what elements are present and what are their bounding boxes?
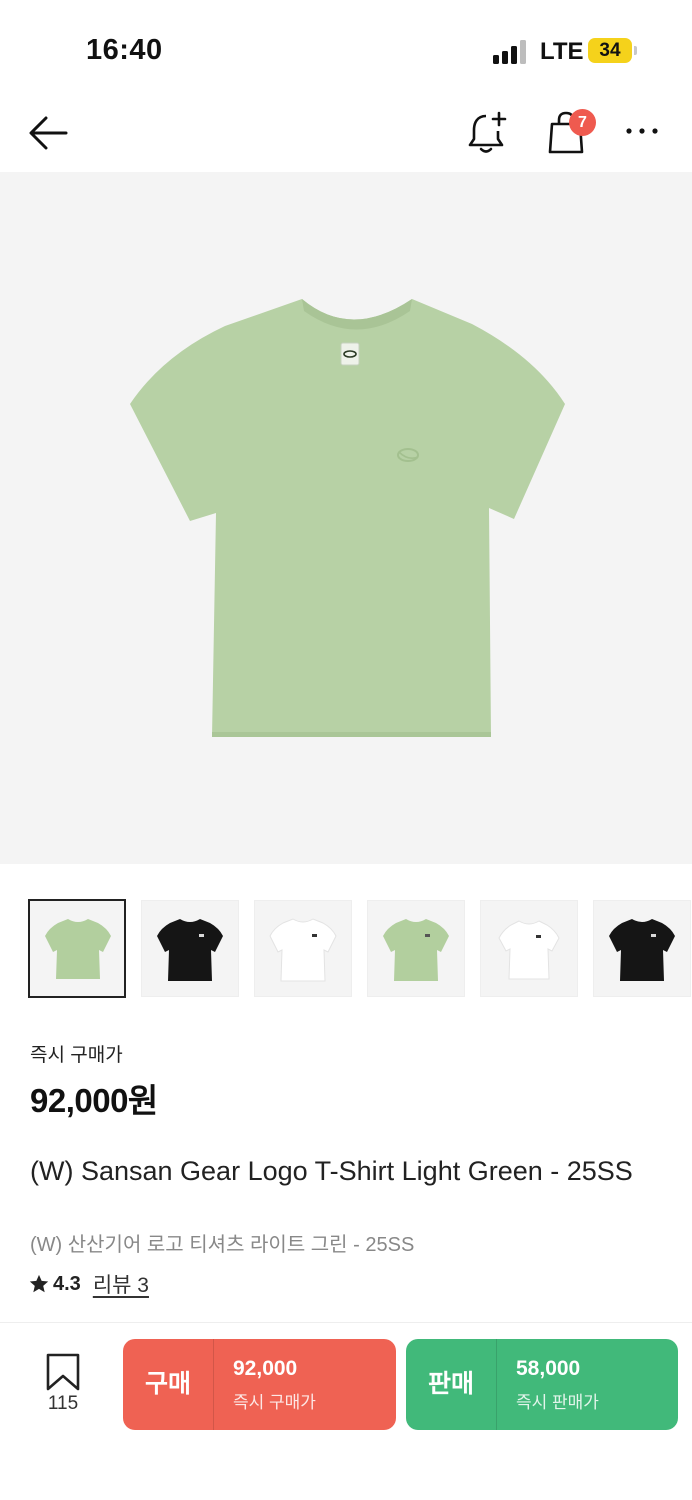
price-alert-button[interactable] [466, 110, 510, 156]
signal-icon [493, 40, 529, 64]
bookmark-button[interactable]: 115 [30, 1351, 96, 1417]
thumbnail-item[interactable] [480, 900, 578, 997]
more-button[interactable] [622, 116, 662, 146]
bookmark-icon [46, 1353, 80, 1391]
sell-sublabel: 즉시 판매가 [516, 1393, 599, 1412]
sell-label: 판매 [427, 1370, 474, 1398]
network-type: LTE [540, 38, 584, 65]
rating-row: 4.3 리뷰 3 [28, 1270, 149, 1298]
thumbnail-image [498, 920, 560, 980]
star-icon [29, 1274, 49, 1293]
back-button[interactable] [24, 112, 72, 154]
bell-plus-icon [468, 111, 507, 153]
product-title: (W) Sansan Gear Logo T-Shirt Light Green… [30, 1156, 633, 1186]
bookmark-count: 115 [47, 1393, 79, 1414]
thumbnail-strip [28, 898, 692, 998]
price-value: 92,000원 [30, 1082, 158, 1119]
sell-price: 58,000 [516, 1357, 581, 1380]
thumbnail-image [45, 919, 111, 979]
tshirt-image [130, 299, 565, 737]
thumbnail-image [383, 919, 449, 981]
battery-cap [634, 46, 637, 55]
cart-count-badge: 7 [569, 109, 596, 136]
thumbnail-item[interactable] [367, 900, 465, 997]
status-time: 16:40 [86, 34, 163, 66]
buy-sublabel: 즉시 구매가 [233, 1393, 316, 1412]
arrow-left-icon [29, 116, 68, 150]
thumbnail-image [157, 919, 223, 981]
buy-button[interactable]: 구매 92,000 즉시 구매가 [123, 1339, 396, 1430]
rating-value: 4.3 [53, 1272, 81, 1295]
thumbnail-item[interactable] [593, 900, 691, 997]
sell-divider [496, 1339, 497, 1430]
product-subtitle: (W) 산산기어 로고 티셔츠 라이트 그린 - 25SS [30, 1234, 415, 1256]
buy-divider [213, 1339, 214, 1430]
price-label: 즉시 구매가 [30, 1045, 123, 1066]
thumbnail-item[interactable] [141, 900, 239, 997]
product-image[interactable] [0, 172, 692, 864]
sell-button[interactable]: 판매 58,000 즉시 판매가 [406, 1339, 678, 1430]
review-link[interactable]: 리뷰 3 [93, 1269, 149, 1299]
battery-icon: 34 [588, 38, 632, 63]
bottom-action-bar: 115 구매 92,000 즉시 구매가 판매 58,000 즉시 판매가 [0, 1322, 692, 1500]
more-horizontal-icon [626, 128, 658, 134]
thumbnail-image [269, 918, 337, 982]
thumbnail-item[interactable] [254, 900, 352, 997]
thumbnail-item[interactable] [28, 899, 126, 998]
status-bar: 16:40 LTE 34 [0, 0, 692, 96]
thumbnail-image [609, 919, 675, 981]
buy-label: 구매 [144, 1370, 191, 1398]
buy-price: 92,000 [233, 1357, 298, 1380]
